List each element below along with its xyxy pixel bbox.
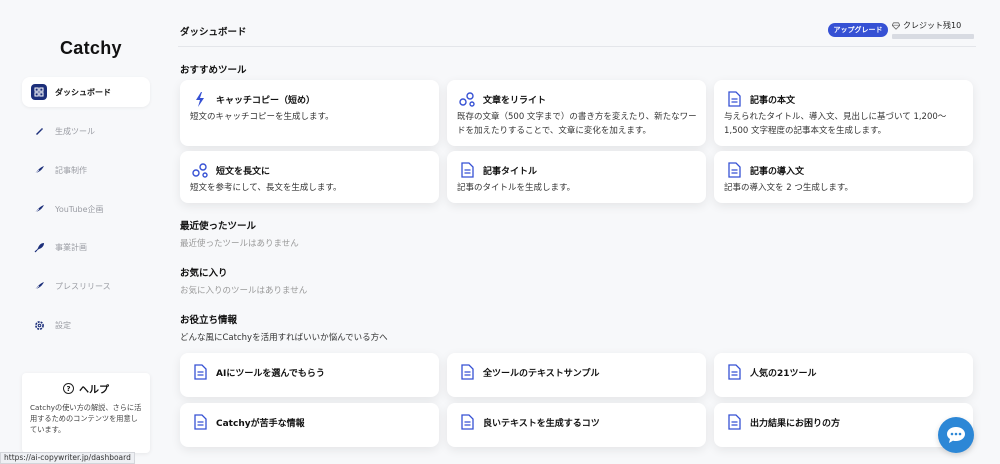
help-title-text: ヘルプ (79, 385, 109, 396)
document-icon (726, 414, 742, 430)
sidebar-item-label: 記事制作 (55, 165, 87, 175)
info-card-popular-tools[interactable]: 人気の21ツール (714, 353, 973, 397)
card-header: Catchyが苦手な情報 (192, 414, 305, 430)
card-header: 記事タイトル (459, 162, 537, 178)
page-title: ダッシュボード (180, 27, 247, 38)
nodes-icon (459, 91, 475, 107)
info-card-ai-select[interactable]: AIにツールを選んでもらう (180, 353, 439, 397)
card-header: 文章をリライト (459, 91, 546, 107)
sidebar-item-label: プレスリリース (55, 281, 111, 291)
diamond-icon (892, 21, 900, 30)
app-logo[interactable]: Catchy (60, 38, 122, 59)
sidebar-item-label: 生成ツール (55, 126, 95, 136)
sidebar-item-articles[interactable]: 記事制作 (22, 155, 150, 185)
help-title: ? ヘルプ (30, 381, 142, 396)
status-bar-url: https://ai-copywriter.jp/dashboard (0, 452, 135, 464)
rocket-icon (31, 239, 47, 255)
card-header: 全ツールのテキストサンプル (459, 364, 599, 380)
sidebar-item-press-release[interactable]: プレスリリース (22, 271, 150, 301)
section-recent-title: 最近使ったツール (180, 221, 257, 232)
header-divider (178, 46, 976, 47)
card-title: 出力結果にお困りの方 (750, 418, 841, 429)
card-header: AIにツールを選んでもらう (192, 364, 325, 380)
card-description: 短文を参考にして、長文を生成します。 (190, 183, 342, 193)
tool-card-article-body[interactable]: 記事の本文 与えられたタイトル、導入文、見出しに基づいて 1,200〜1,500… (714, 80, 973, 146)
tool-card-catchcopy[interactable]: キャッチコピー（短め） 短文のキャッチコピーを生成します。 (180, 80, 439, 146)
card-title: キャッチコピー（短め） (216, 95, 316, 106)
credit-text: クレジット残10 (903, 21, 962, 30)
sidebar-item-youtube[interactable]: YouTube企画 (22, 194, 150, 224)
section-info-title: お役立ち情報 (180, 315, 238, 326)
card-title: 人気の21ツール (750, 368, 817, 379)
document-icon (726, 91, 742, 107)
feather-icon (31, 278, 47, 294)
pen-icon (31, 123, 47, 139)
feather-icon (31, 201, 47, 217)
info-card-weak-info[interactable]: Catchyが苦手な情報 (180, 403, 439, 447)
sidebar-item-dashboard[interactable]: ダッシュボード (22, 77, 150, 107)
tool-card-article-title[interactable]: 記事タイトル 記事のタイトルを生成します。 (447, 151, 706, 203)
sidebar-item-label: ダッシュボード (55, 87, 111, 97)
card-header: 記事の導入文 (726, 162, 804, 178)
help-description: Catchyの使い方の解説、さらに活用するためのコンテンツを用意しています。 (30, 403, 142, 434)
card-title: AIにツールを選んでもらう (216, 368, 325, 379)
sidebar-item-settings[interactable]: 設定 (22, 310, 150, 340)
sidebar: Catchy ダッシュボード 生成ツール 記事制作 YouTube企画 事業計画 (0, 0, 165, 464)
sidebar-item-label: 事業計画 (55, 242, 87, 252)
sidebar-item-label: YouTube企画 (55, 204, 104, 214)
info-description: どんな風にCatchyを活用すればいいか悩んでいる方へ (180, 333, 388, 343)
favorites-empty-text: お気に入りのツールはありません (180, 286, 308, 296)
card-title: Catchyが苦手な情報 (216, 418, 305, 429)
sidebar-item-tools[interactable]: 生成ツール (22, 116, 150, 146)
chat-bubble-icon (947, 427, 965, 443)
help-panel[interactable]: ? ヘルプ Catchyの使い方の解説、さらに活用するためのコンテンツを用意して… (22, 373, 150, 453)
sidebar-item-label: 設定 (55, 320, 71, 330)
sidebar-item-business-plan[interactable]: 事業計画 (22, 232, 150, 262)
tool-card-rewrite[interactable]: 文章をリライト 既存の文章（500 文字まで）の書き方を変えたり、新たなワードを… (447, 80, 706, 146)
credit-remaining: クレジット残10 (892, 20, 961, 31)
gear-icon (31, 317, 47, 333)
document-icon (459, 414, 475, 430)
recent-empty-text: 最近使ったツールはありません (180, 239, 299, 249)
document-icon (192, 364, 208, 380)
tool-card-short-to-long[interactable]: 短文を長文に 短文を参考にして、長文を生成します。 (180, 151, 439, 203)
card-title: 短文を長文に (216, 166, 271, 177)
card-title: 全ツールのテキストサンプル (483, 368, 600, 379)
card-description: 短文のキャッチコピーを生成します。 (190, 112, 334, 122)
card-title: 文章をリライト (483, 95, 547, 106)
card-title: 記事の本文 (750, 95, 796, 106)
card-description: 既存の文章（500 文字まで）の書き方を変えたり、新たなワードを加えたりすること… (457, 112, 697, 136)
card-header: 人気の21ツール (726, 364, 817, 380)
info-card-good-text-tips[interactable]: 良いテキストを生成するコツ (447, 403, 706, 447)
bolt-icon (192, 91, 208, 107)
card-header: 短文を長文に (192, 162, 270, 178)
info-card-output-trouble[interactable]: 出力結果にお困りの方 (714, 403, 973, 447)
document-icon (192, 414, 208, 430)
section-favorites-title: お気に入り (180, 268, 228, 279)
card-header: 出力結果にお困りの方 (726, 414, 840, 430)
card-title: 記事の導入文 (750, 166, 805, 177)
card-header: 記事の本文 (726, 91, 795, 107)
section-recommended-title: おすすめツール (180, 65, 247, 76)
upgrade-button[interactable]: アップグレード (828, 23, 888, 37)
card-title: 記事タイトル (483, 166, 538, 177)
card-header: 良いテキストを生成するコツ (459, 414, 600, 430)
document-icon (459, 162, 475, 178)
card-description: 記事のタイトルを生成します。 (457, 183, 576, 193)
nodes-icon (192, 162, 208, 178)
feather-icon (31, 162, 47, 178)
credit-bar (892, 34, 974, 39)
dashboard-icon (31, 84, 47, 100)
card-header: キャッチコピー（短め） (192, 91, 315, 107)
document-icon (459, 364, 475, 380)
document-icon (726, 364, 742, 380)
document-icon (726, 162, 742, 178)
question-icon: ? (63, 383, 74, 394)
info-card-text-samples[interactable]: 全ツールのテキストサンプル (447, 353, 706, 397)
tool-card-article-intro[interactable]: 記事の導入文 記事の導入文を 2 つ生成します。 (714, 151, 973, 203)
card-title: 良いテキストを生成するコツ (483, 418, 600, 429)
card-description: 与えられたタイトル、導入文、見出しに基づいて 1,200〜1,500 文字程度の… (724, 112, 947, 136)
card-description: 記事の導入文を 2 つ生成します。 (724, 183, 853, 193)
chat-button[interactable] (938, 417, 974, 453)
